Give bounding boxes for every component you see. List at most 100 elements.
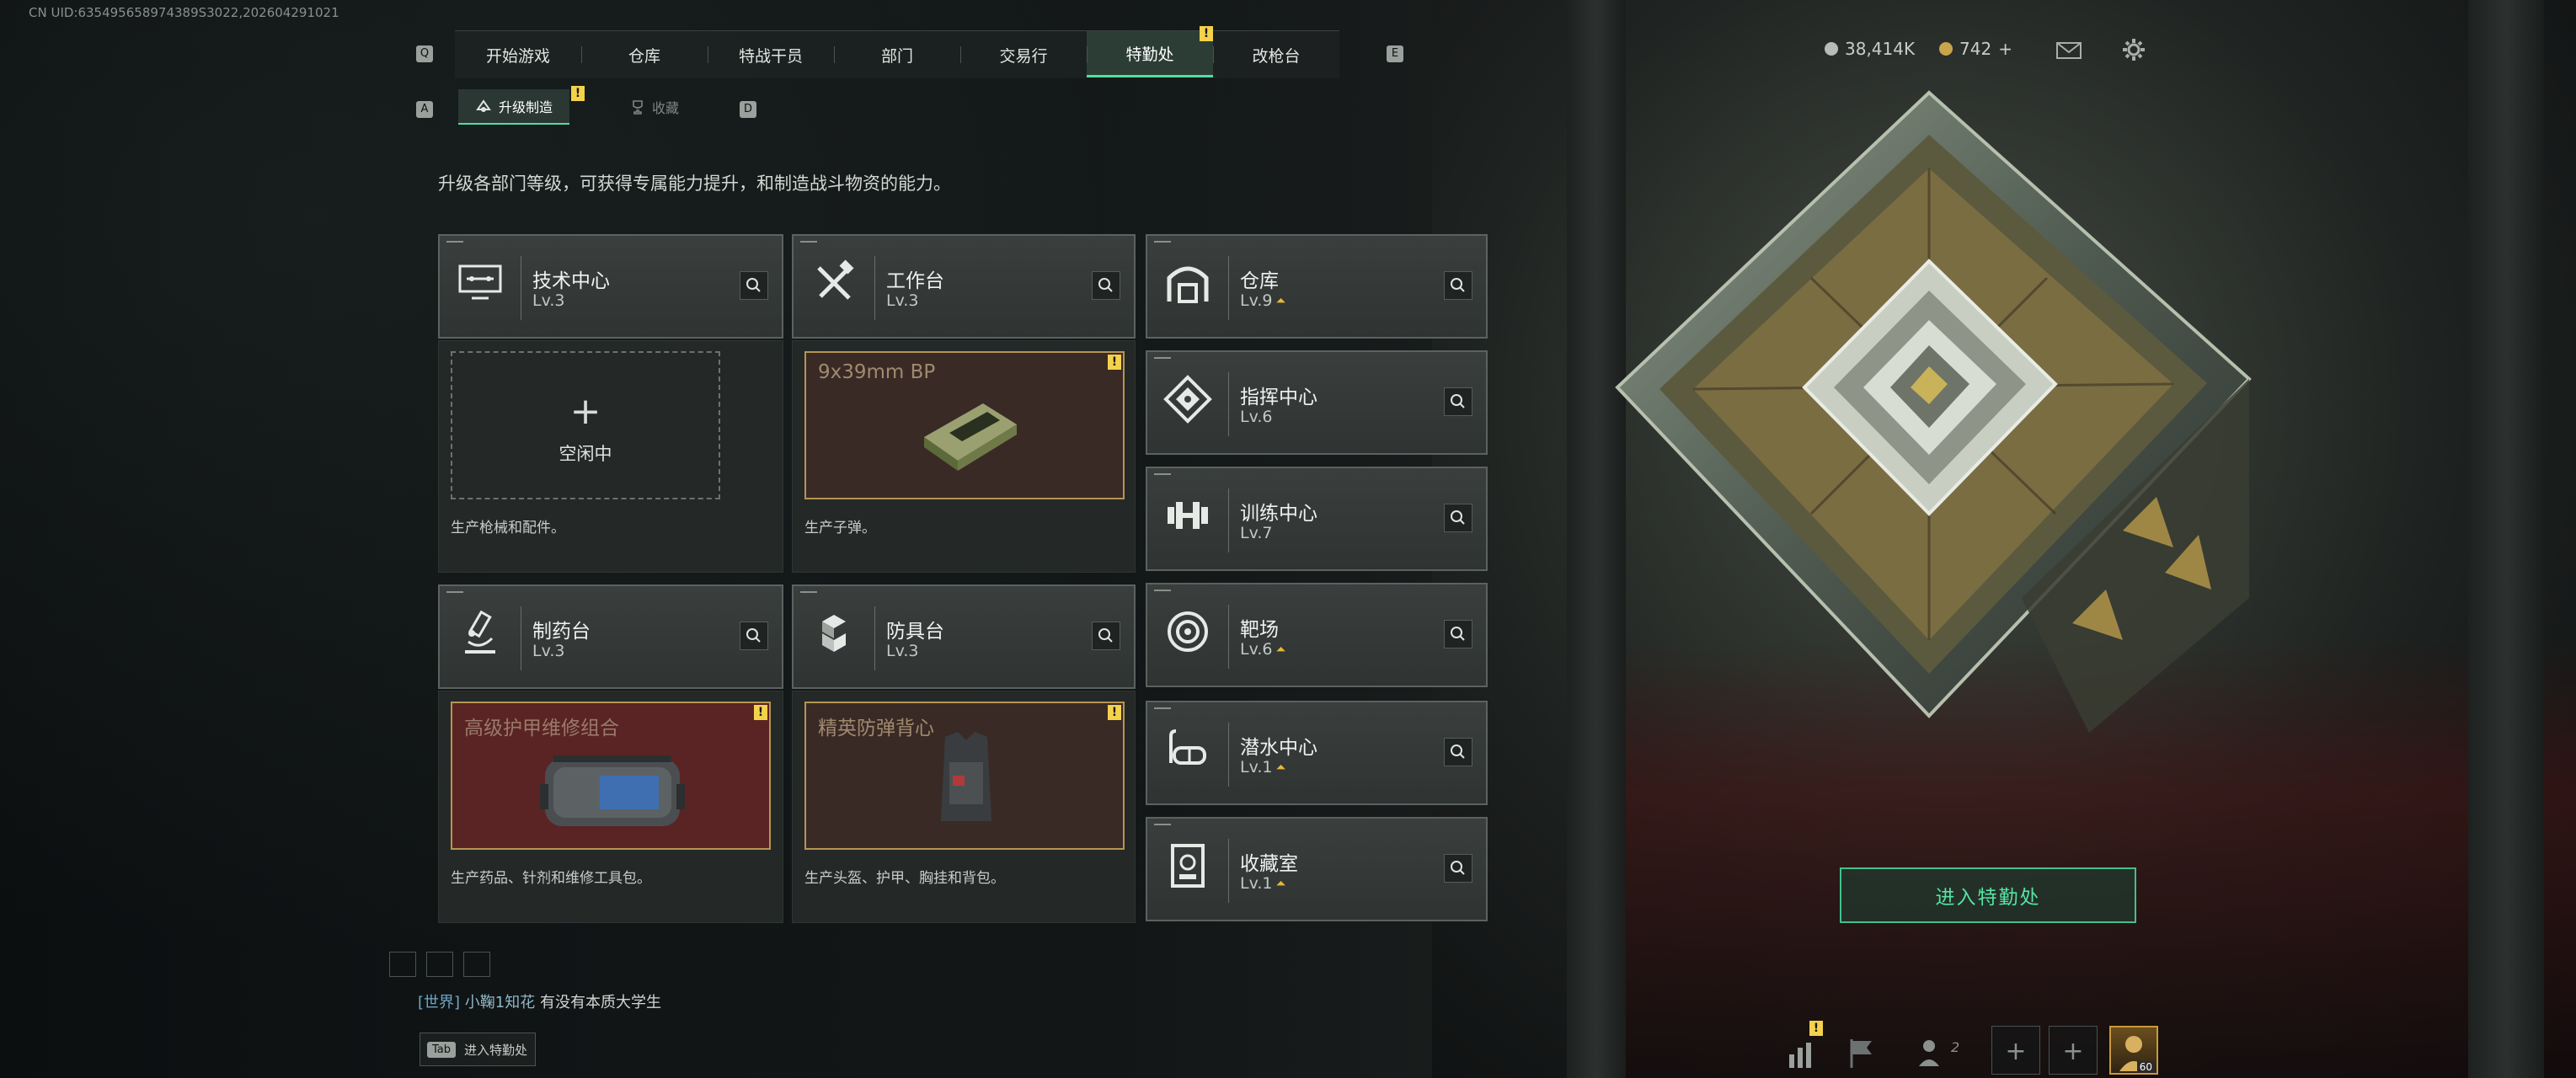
tab-gunsmith[interactable]: 改枪台: [1213, 30, 1339, 78]
inspect-button[interactable]: [740, 271, 768, 300]
tab-warehouse[interactable]: 仓库: [581, 30, 708, 78]
inspect-button[interactable]: [1444, 271, 1472, 300]
level-text: Lv.6: [1240, 408, 1273, 426]
station-card-tech-center[interactable]: 技术中心 Lv.3: [438, 234, 783, 339]
add-tickets-button[interactable]: +: [1998, 39, 2012, 59]
player-level-badge: 60: [2136, 1061, 2155, 1073]
station-card-pharmacy[interactable]: 制药台 Lv.3: [438, 584, 783, 689]
tab-shortcut-hint[interactable]: Tab 进入特勤处: [420, 1033, 536, 1066]
inspect-button[interactable]: [1444, 854, 1472, 883]
tab-label: 改枪台: [1252, 46, 1301, 66]
subtab-label: 升级制造: [499, 99, 553, 115]
production-item-slot[interactable]: 高级护甲维修组合 !: [451, 702, 771, 850]
department-card-shooting-range[interactable]: 靶场 Lv.6 ⏶: [1146, 583, 1488, 687]
department-level: Lv.6: [1240, 408, 1272, 426]
level-text: Lv.3: [532, 642, 565, 660]
enter-special-ops-button[interactable]: 进入特勤处: [1840, 867, 2136, 923]
diving-mask-icon: [1169, 729, 1206, 765]
invite-slot-button[interactable]: +: [2049, 1026, 2098, 1075]
subtab-upgrade-craft[interactable]: 升级制造 !: [458, 86, 585, 125]
microscope-icon: [465, 610, 495, 654]
ammo-box-image: [924, 403, 1017, 471]
upgrade-available-icon: ⏶: [1275, 642, 1286, 657]
party-members-icon[interactable]: [1914, 1033, 1954, 1073]
department-level: Lv.9 ⏶: [1240, 291, 1286, 310]
production-caption: 生产头盔、护甲、胸挂和背包。: [804, 870, 1005, 887]
level-text: Lv.3: [886, 291, 919, 310]
armor-bench-production-panel: 精英防弹背心 ! 生产头盔、护甲、胸挂和背包。: [792, 691, 1136, 923]
production-item-slot[interactable]: 精英防弹背心 !: [804, 702, 1125, 850]
chat-channel-icon[interactable]: [389, 952, 416, 977]
plus-icon: +: [2005, 1037, 2027, 1066]
ticket-amount: 742: [1959, 39, 1992, 59]
subtab-collection[interactable]: 收藏: [620, 89, 689, 125]
nav-next-key-hint: E: [1387, 45, 1403, 62]
department-card-training-center[interactable]: 训练中心 Lv.7: [1146, 467, 1488, 571]
search-icon: [1098, 278, 1113, 292]
station-name: 技术中心: [532, 270, 610, 292]
stats-bar-chart-icon[interactable]: [1782, 1033, 1823, 1073]
card-divider: [1228, 605, 1229, 669]
chat-emoji-icon[interactable]: [426, 952, 453, 977]
production-item-slot[interactable]: 9x39mm BP !: [804, 351, 1125, 499]
player-avatar[interactable]: 60: [2109, 1026, 2158, 1075]
mail-icon[interactable]: [2055, 40, 2082, 61]
flag-icon[interactable]: [1841, 1033, 1882, 1073]
chat-message[interactable]: [世界] 小鞠1知花 有没有本质大学生: [418, 990, 661, 1012]
inspect-button[interactable]: [1444, 387, 1472, 416]
department-card-warehouse[interactable]: 仓库 Lv.9 ⏶: [1146, 234, 1488, 339]
tab-start-game[interactable]: 开始游戏: [455, 30, 581, 78]
collection-safe-icon: [1171, 844, 1205, 888]
chat-channel: [世界]: [418, 994, 461, 1011]
upgrade-available-icon: ⏶: [1275, 760, 1286, 775]
card-divider: [874, 606, 875, 670]
level-text: Lv.1: [1240, 758, 1273, 776]
inspect-button[interactable]: [1444, 738, 1472, 766]
department-level: Lv.1 ⏶: [1240, 874, 1286, 893]
tab-label: 特战干员: [738, 46, 803, 66]
subnav-prev-key-hint: A: [416, 101, 433, 118]
empty-production-slot[interactable]: + 空闲中: [451, 351, 720, 499]
elite-vest-image: [941, 732, 991, 821]
production-ready-badge: !: [754, 705, 767, 720]
inspect-button[interactable]: [740, 622, 768, 650]
chat-text: 有没有本质大学生: [539, 994, 661, 1011]
background-pillar: [2468, 0, 2544, 1078]
department-name: 收藏室: [1240, 853, 1298, 875]
station-name: 工作台: [886, 270, 944, 292]
stats-alert-badge: !: [1809, 1021, 1823, 1036]
department-card-diving-center[interactable]: 潜水中心 Lv.1 ⏶: [1146, 701, 1488, 805]
tab-shortcut-label: 进入特勤处: [464, 1042, 528, 1058]
tab-label: 开始游戏: [485, 46, 550, 66]
department-card-command-center[interactable]: 指挥中心 Lv.6: [1146, 350, 1488, 455]
tab-department[interactable]: 部门: [834, 30, 960, 78]
settings-gear-icon[interactable]: [2121, 37, 2146, 62]
level-text: Lv.6: [1240, 640, 1273, 659]
inspect-button[interactable]: [1444, 504, 1472, 532]
level-text: Lv.3: [886, 642, 919, 660]
inspect-button[interactable]: [1092, 622, 1120, 650]
special-ops-cube-illustration: [1615, 90, 2252, 733]
department-level: Lv.1 ⏶: [1240, 758, 1286, 776]
tab-special-ops[interactable]: 特勤处 !: [1087, 26, 1213, 77]
inspect-button[interactable]: [1444, 620, 1472, 648]
search-icon: [1451, 394, 1465, 408]
invite-slot-button[interactable]: +: [1991, 1026, 2040, 1075]
production-caption: 生产子弹。: [804, 520, 876, 536]
tech-center-monitor-icon: [458, 264, 502, 300]
station-card-armor-bench[interactable]: 防具台 Lv.3: [792, 584, 1136, 689]
search-icon: [1098, 628, 1113, 643]
department-card-collection-room[interactable]: 收藏室 Lv.1 ⏶: [1146, 817, 1488, 921]
tab-trading[interactable]: 交易行: [960, 30, 1087, 78]
station-name: 防具台: [886, 621, 944, 643]
tab-operators[interactable]: 特战干员: [708, 30, 834, 78]
ticket-balance[interactable]: 742 +: [1939, 39, 2012, 59]
production-ready-badge: !: [1108, 355, 1121, 370]
inspect-button[interactable]: [1092, 271, 1120, 300]
card-corner-mark: [1154, 473, 1171, 475]
card-corner-mark: [1154, 824, 1171, 825]
search-icon: [1451, 510, 1465, 525]
station-card-workbench[interactable]: 工作台 Lv.3: [792, 234, 1136, 339]
chat-settings-icon[interactable]: [463, 952, 490, 977]
subnav-next-key-hint: D: [740, 101, 756, 118]
